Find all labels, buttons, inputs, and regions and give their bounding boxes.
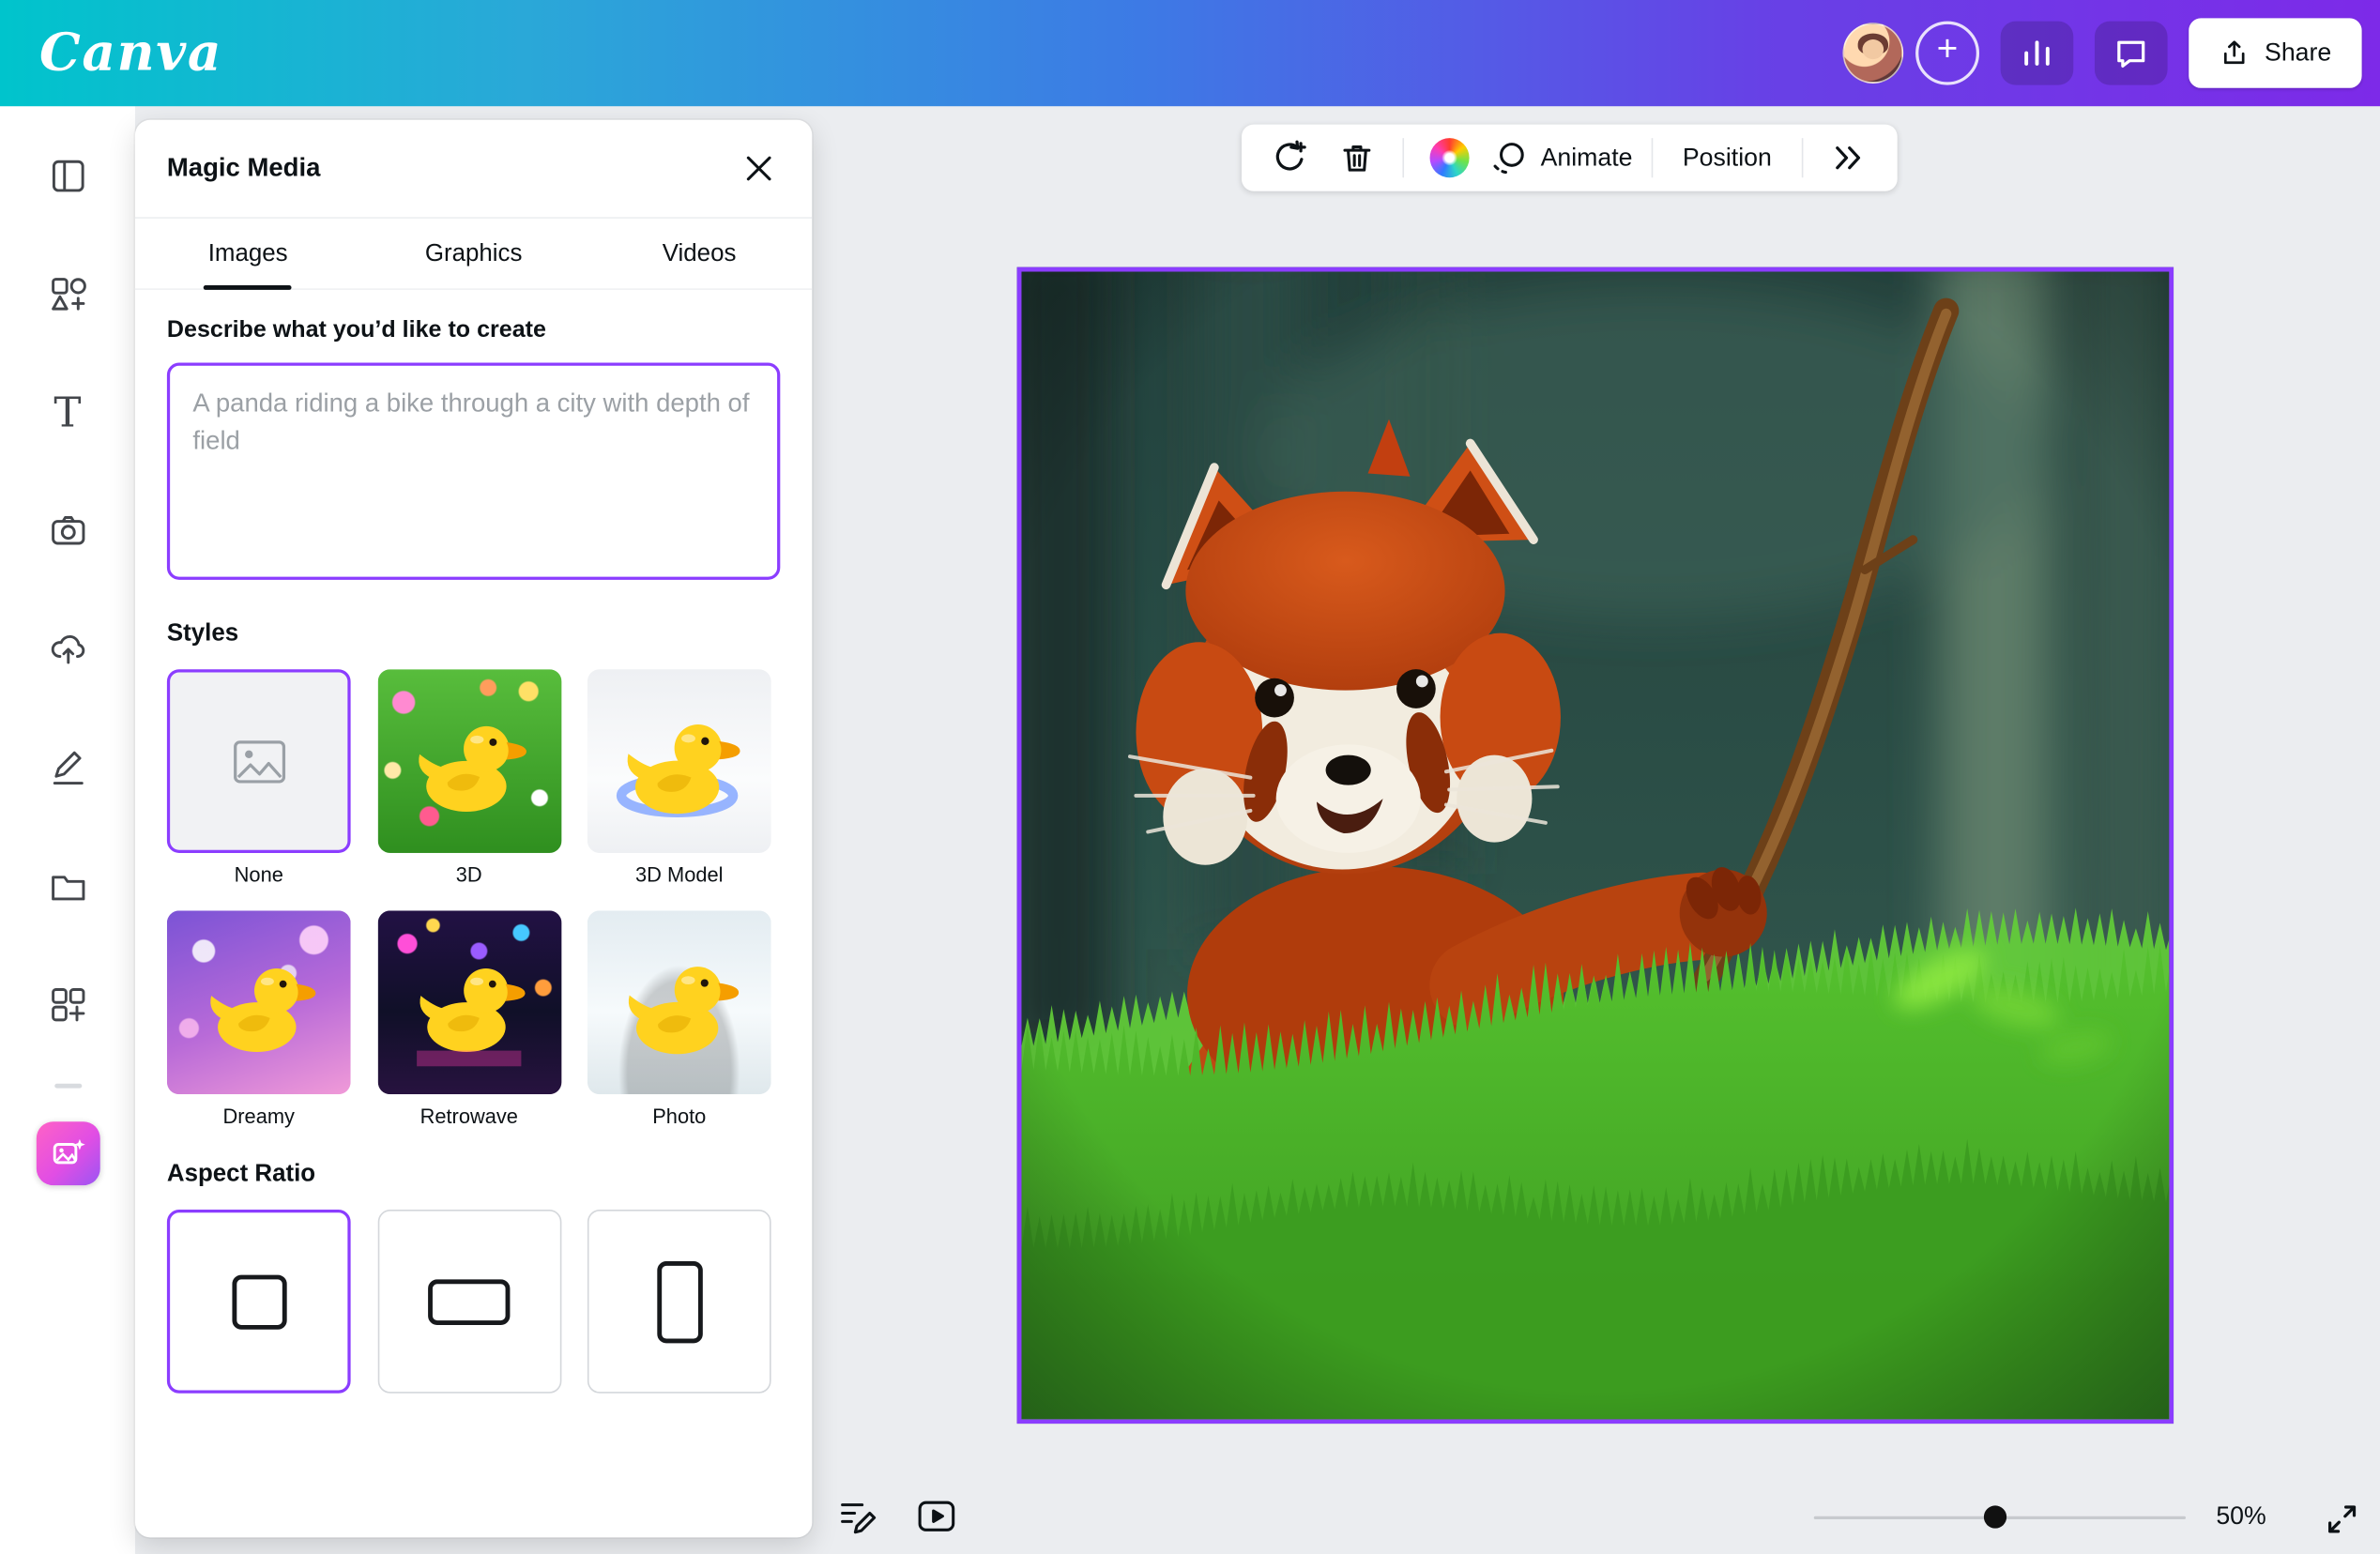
insights-icon xyxy=(2019,35,2055,71)
insights-button[interactable] xyxy=(2001,22,2074,85)
selected-generated-image[interactable] xyxy=(1017,267,2174,1424)
close-icon xyxy=(745,155,772,182)
position-label: Position xyxy=(1683,144,1772,173)
style-option-none[interactable]: None xyxy=(167,669,351,886)
sidebar-item-design[interactable] xyxy=(25,128,111,225)
sidebar-item-draw[interactable] xyxy=(25,720,111,817)
panel-title: Magic Media xyxy=(167,153,321,183)
aspect-ratio-group xyxy=(167,1210,780,1394)
photos-icon xyxy=(48,511,87,551)
toolbar-divider xyxy=(1651,138,1653,177)
fullscreen-button[interactable] xyxy=(2323,1500,2362,1539)
panel-header: Magic Media xyxy=(135,120,812,219)
sidebar-item-elements[interactable] xyxy=(25,246,111,343)
zoom-slider-knob[interactable] xyxy=(1984,1505,2006,1528)
notes-button[interactable] xyxy=(831,1490,883,1542)
top-bar: Canva + Share xyxy=(0,0,2380,106)
portrait-ratio-icon xyxy=(657,1260,703,1342)
add-member-button[interactable]: + xyxy=(1915,22,1979,85)
toolbar-divider xyxy=(1402,138,1404,177)
apps-icon xyxy=(48,985,87,1025)
position-button[interactable]: Position xyxy=(1664,130,1790,185)
delete-icon xyxy=(1339,140,1376,176)
close-panel-button[interactable] xyxy=(738,147,780,190)
color-picker-button[interactable] xyxy=(1416,130,1483,185)
color-picker-icon xyxy=(1430,138,1470,177)
elements-icon xyxy=(48,275,87,314)
aspect-square-button[interactable] xyxy=(167,1210,351,1394)
sidebar-item-projects[interactable] xyxy=(25,838,111,936)
red-panda-image xyxy=(1021,272,2169,1420)
draw-icon xyxy=(48,748,87,787)
present-button[interactable] xyxy=(910,1490,962,1542)
panel-tabs: Images Graphics Videos xyxy=(135,219,812,290)
aspect-landscape-button[interactable] xyxy=(377,1210,561,1394)
comments-icon xyxy=(2113,35,2149,71)
animate-button[interactable]: Animate xyxy=(1483,130,1639,185)
style-option-3d-model[interactable]: 3D Model xyxy=(587,669,771,886)
share-upload-icon xyxy=(2220,38,2250,68)
style-option-retrowave[interactable]: Retrowave xyxy=(377,910,561,1127)
tab-videos[interactable]: Videos xyxy=(587,219,812,288)
sidebar-item-uploads[interactable] xyxy=(25,601,111,698)
zoom-bar: 50% xyxy=(1814,1487,2360,1548)
style-option-dreamy[interactable]: Dreamy xyxy=(167,910,351,1127)
styles-label: Styles xyxy=(167,620,780,648)
zoom-level: 50% xyxy=(2216,1502,2266,1531)
present-icon xyxy=(915,1495,957,1537)
notes-icon xyxy=(836,1495,878,1537)
context-toolbar: Animate Position xyxy=(1242,125,1898,191)
more-tools-button[interactable] xyxy=(1816,130,1883,185)
share-button[interactable]: Share xyxy=(2189,18,2361,87)
sidebar-item-apps[interactable] xyxy=(25,956,111,1054)
styles-grid: None 3D 3D Model xyxy=(167,669,780,1127)
share-label: Share xyxy=(2265,38,2331,68)
more-tools-icon xyxy=(1831,140,1868,176)
delete-button[interactable] xyxy=(1323,130,1390,185)
landscape-ratio-icon xyxy=(428,1279,510,1325)
magic-media-panel: Magic Media Images Graphics Videos Descr… xyxy=(135,120,812,1538)
describe-label: Describe what you’d like to create xyxy=(167,317,780,344)
canva-logo[interactable]: Canva xyxy=(39,23,222,84)
sidebar: T xyxy=(0,106,135,1554)
aspect-portrait-button[interactable] xyxy=(587,1210,771,1394)
regenerate-button[interactable] xyxy=(1257,130,1323,185)
animate-label: Animate xyxy=(1541,144,1633,173)
sidebar-item-text[interactable]: T xyxy=(25,364,111,462)
style-option-3d[interactable]: 3D xyxy=(377,669,561,886)
prompt-input[interactable] xyxy=(167,363,780,580)
design-icon xyxy=(48,157,87,196)
fullscreen-icon xyxy=(2326,1502,2359,1536)
tab-images[interactable]: Images xyxy=(135,219,360,288)
sidebar-divider xyxy=(53,1084,81,1089)
sidebar-item-magic-media[interactable] xyxy=(36,1121,99,1185)
magic-media-icon xyxy=(50,1135,86,1172)
aspect-ratio-label: Aspect Ratio xyxy=(167,1161,780,1188)
canva-editor: Canva + Share xyxy=(0,0,2380,1554)
projects-icon xyxy=(48,867,87,906)
square-ratio-icon xyxy=(232,1274,286,1329)
toolbar-divider xyxy=(1802,138,1804,177)
style-option-photo[interactable]: Photo xyxy=(587,910,771,1127)
image-placeholder-icon xyxy=(232,739,286,785)
tab-graphics[interactable]: Graphics xyxy=(360,219,586,288)
animate-icon xyxy=(1489,138,1529,177)
comments-button[interactable] xyxy=(2095,22,2168,85)
avatar[interactable] xyxy=(1842,23,1903,84)
regenerate-icon xyxy=(1271,138,1310,177)
text-icon: T xyxy=(53,389,81,436)
uploads-icon xyxy=(48,630,87,669)
sidebar-item-photos[interactable] xyxy=(25,482,111,580)
